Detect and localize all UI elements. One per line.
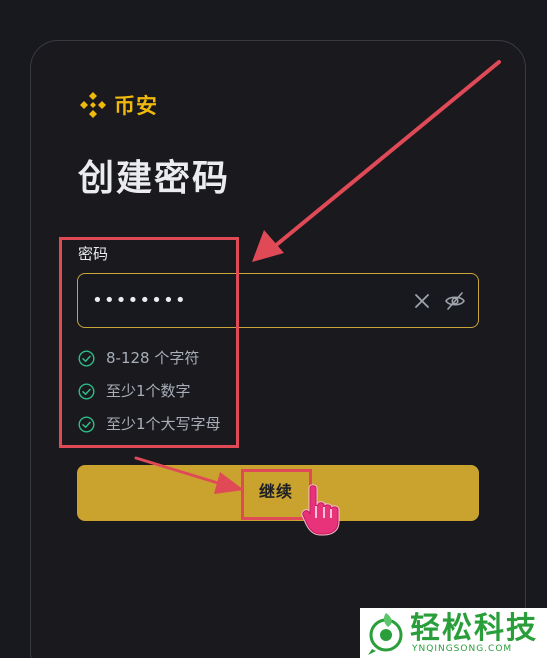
brand-name: 币安 bbox=[114, 94, 158, 118]
screen: 币安 创建密码 密码 •••••••• 8-128 个字符 至少1个数字 至少1… bbox=[0, 0, 547, 658]
requirement-item: 至少1个数字 bbox=[78, 381, 221, 401]
check-circle-icon bbox=[78, 382, 95, 400]
password-requirements: 8-128 个字符 至少1个数字 至少1个大写字母 bbox=[78, 348, 221, 447]
eye-off-icon[interactable] bbox=[444, 290, 466, 312]
check-circle-icon bbox=[78, 415, 95, 433]
watermark: 轻松科技 YNQINGSONG.COM bbox=[360, 608, 547, 658]
watermark-url: YNQINGSONG.COM bbox=[412, 644, 513, 654]
continue-button[interactable]: 继续 bbox=[77, 465, 479, 521]
password-input[interactable]: •••••••• bbox=[77, 273, 479, 328]
brand-logo: 币安 bbox=[78, 90, 158, 120]
password-label: 密码 bbox=[78, 245, 109, 263]
page-title: 创建密码 bbox=[78, 158, 231, 199]
requirement-text: 至少1个数字 bbox=[106, 382, 191, 400]
watermark-name: 轻松科技 bbox=[410, 611, 538, 646]
close-icon[interactable] bbox=[413, 292, 431, 310]
check-circle-icon bbox=[78, 349, 95, 367]
requirement-text: 8-128 个字符 bbox=[106, 349, 200, 367]
requirement-item: 8-128 个字符 bbox=[78, 348, 221, 368]
binance-diamond-icon bbox=[80, 92, 106, 118]
watermark-logo-icon bbox=[368, 613, 403, 655]
requirement-item: 至少1个大写字母 bbox=[78, 414, 221, 434]
password-value[interactable]: •••••••• bbox=[92, 290, 187, 312]
continue-label: 继续 bbox=[259, 484, 294, 501]
hand-pointer-icon bbox=[301, 484, 340, 536]
requirement-text: 至少1个大写字母 bbox=[106, 415, 221, 433]
